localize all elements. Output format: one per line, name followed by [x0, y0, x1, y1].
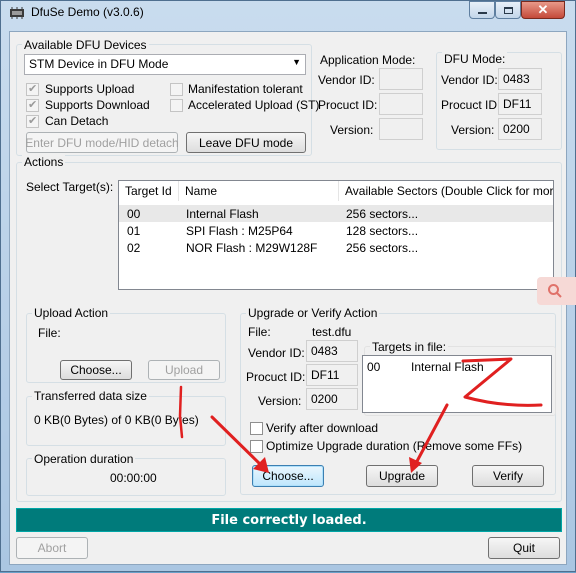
status-message: File correctly loaded.: [211, 512, 367, 528]
manifestation-tolerant-label: Manifestation tolerant: [188, 82, 303, 96]
supports-upload-label: Supports Upload: [45, 82, 135, 96]
target-name: Internal Flash: [186, 207, 259, 221]
upgrade-vendor-id-label: Vendor ID:: [248, 346, 305, 360]
abort-button[interactable]: Abort: [16, 537, 88, 559]
file-target-row[interactable]: 00 Internal Flash: [363, 358, 551, 375]
supports-upload-checkbox[interactable]: ✔: [26, 83, 39, 96]
devices-group-label: Available DFU Devices: [22, 38, 149, 52]
dialog-client: Available DFU Devices STM Device in DFU …: [9, 31, 567, 565]
upgrade-file-value: test.dfu: [312, 325, 352, 339]
upload-button[interactable]: Upload: [148, 360, 220, 380]
transferred-label: Transferred data size: [32, 389, 149, 403]
target-id: 00: [127, 207, 141, 221]
can-detach-checkbox[interactable]: ✔: [26, 115, 39, 128]
actions-label: Actions: [22, 155, 66, 169]
target-row[interactable]: 02 NOR Flash : M29W128F 256 sectors...: [119, 239, 553, 256]
quit-button[interactable]: Quit: [488, 537, 560, 559]
device-select[interactable]: STM Device in DFU Mode ▼: [24, 54, 306, 75]
verify-button[interactable]: Verify: [472, 465, 544, 487]
search-side-widget[interactable]: [537, 277, 576, 305]
device-select-value: STM Device in DFU Mode: [29, 57, 169, 71]
search-icon: [548, 284, 562, 298]
enter-dfu-button[interactable]: Enter DFU mode/HID detach: [25, 132, 179, 153]
accelerated-upload-label: Accelerated Upload (ST): [188, 98, 320, 112]
maximize-button[interactable]: [495, 1, 521, 19]
dfu-vendor-id-field: 0483: [498, 68, 542, 90]
dfuse-window: DfuSe Demo (v3.0.6) ✕ Available DFU Devi…: [0, 0, 576, 572]
duration-label: Operation duration: [32, 452, 136, 466]
target-name: NOR Flash : M29W128F: [186, 241, 318, 255]
select-target-label: Select Target(s):: [26, 180, 114, 194]
app-product-id-field: [379, 93, 423, 115]
upgrade-product-id-label: Procuct ID:: [246, 370, 306, 384]
upload-label: Upload Action: [32, 306, 111, 320]
upload-choose-button[interactable]: Choose...: [60, 360, 132, 380]
dfu-product-id-label: Procuct ID:: [441, 98, 501, 112]
leave-dfu-button[interactable]: Leave DFU mode: [186, 132, 306, 153]
upgrade-file-label: File:: [248, 325, 271, 339]
optimize-upgrade-label: Optimize Upgrade duration (Remove some F…: [266, 439, 523, 453]
optimize-upgrade-checkbox[interactable]: [250, 440, 263, 453]
title-bar: DfuSe Demo (v3.0.6) ✕: [1, 1, 575, 25]
minimize-button[interactable]: [469, 1, 495, 19]
file-target-id: 00: [367, 360, 381, 374]
file-target-name: Internal Flash: [411, 360, 484, 374]
targets-in-file-list[interactable]: 00 Internal Flash: [362, 355, 552, 413]
checkmark-icon: ✔: [28, 115, 38, 127]
upgrade-version-label: Version:: [258, 394, 302, 408]
dfu-version-label: Version:: [451, 123, 495, 137]
upgrade-button[interactable]: Upgrade: [366, 465, 438, 487]
chevron-down-icon: ▼: [292, 57, 301, 67]
upgrade-label: Upgrade or Verify Action: [246, 306, 380, 320]
target-name: SPI Flash : M25P64: [186, 224, 293, 238]
dfu-mode-label: DFU Mode:: [442, 52, 508, 66]
upgrade-version-field: 0200: [306, 388, 358, 410]
target-sectors: 256 sectors...: [346, 241, 419, 255]
column-header-name[interactable]: Name: [179, 181, 339, 201]
accelerated-upload-checkbox[interactable]: [170, 99, 183, 112]
upgrade-product-id-field: DF11: [306, 364, 358, 386]
target-id: 02: [127, 241, 141, 255]
app-vendor-id-label: Vendor ID:: [318, 73, 375, 87]
app-version-label: Version:: [330, 123, 374, 137]
dfu-version-field: 0200: [498, 118, 542, 140]
app-icon: [10, 7, 24, 19]
targets-in-file-label: Targets in file:: [370, 340, 449, 354]
checkmark-icon: ✔: [28, 99, 38, 111]
target-sectors: 256 sectors...: [346, 207, 419, 221]
app-version-field: [379, 118, 423, 140]
app-vendor-id-field: [379, 68, 423, 90]
targets-list[interactable]: Target Id Name Available Sectors (Double…: [118, 180, 554, 290]
close-button[interactable]: ✕: [521, 1, 565, 19]
supports-download-checkbox[interactable]: ✔: [26, 99, 39, 112]
upload-file-label: File:: [38, 326, 61, 340]
transferred-value: 0 KB(0 Bytes) of 0 KB(0 Bytes): [34, 413, 199, 427]
maximize-icon: [503, 6, 513, 14]
dfu-vendor-id-label: Vendor ID:: [441, 73, 498, 87]
app-mode-label: Application Mode:: [320, 53, 416, 67]
app-product-id-label: Procuct ID:: [318, 98, 378, 112]
supports-download-label: Supports Download: [45, 98, 150, 112]
verify-after-download-checkbox[interactable]: [250, 422, 263, 435]
target-row[interactable]: 00 Internal Flash 256 sectors...: [119, 205, 553, 222]
status-bar: File correctly loaded.: [16, 508, 562, 532]
minimize-icon: [477, 12, 487, 14]
dfu-product-id-field: DF11: [498, 93, 542, 115]
target-id: 01: [127, 224, 141, 238]
upgrade-vendor-id-field: 0483: [306, 340, 358, 362]
column-header-target-id[interactable]: Target Id: [119, 181, 179, 201]
manifestation-tolerant-checkbox[interactable]: [170, 83, 183, 96]
checkmark-icon: ✔: [28, 83, 38, 95]
duration-value: 00:00:00: [110, 471, 157, 485]
verify-after-download-label: Verify after download: [266, 421, 379, 435]
window-title: DfuSe Demo (v3.0.6): [31, 5, 144, 19]
close-icon: ✕: [537, 2, 549, 17]
target-sectors: 128 sectors...: [346, 224, 419, 238]
can-detach-label: Can Detach: [45, 114, 109, 128]
target-row[interactable]: 01 SPI Flash : M25P64 128 sectors...: [119, 222, 553, 239]
upgrade-choose-button[interactable]: Choose...: [252, 465, 324, 487]
column-header-sectors[interactable]: Available Sectors (Double Click for more…: [339, 181, 553, 201]
